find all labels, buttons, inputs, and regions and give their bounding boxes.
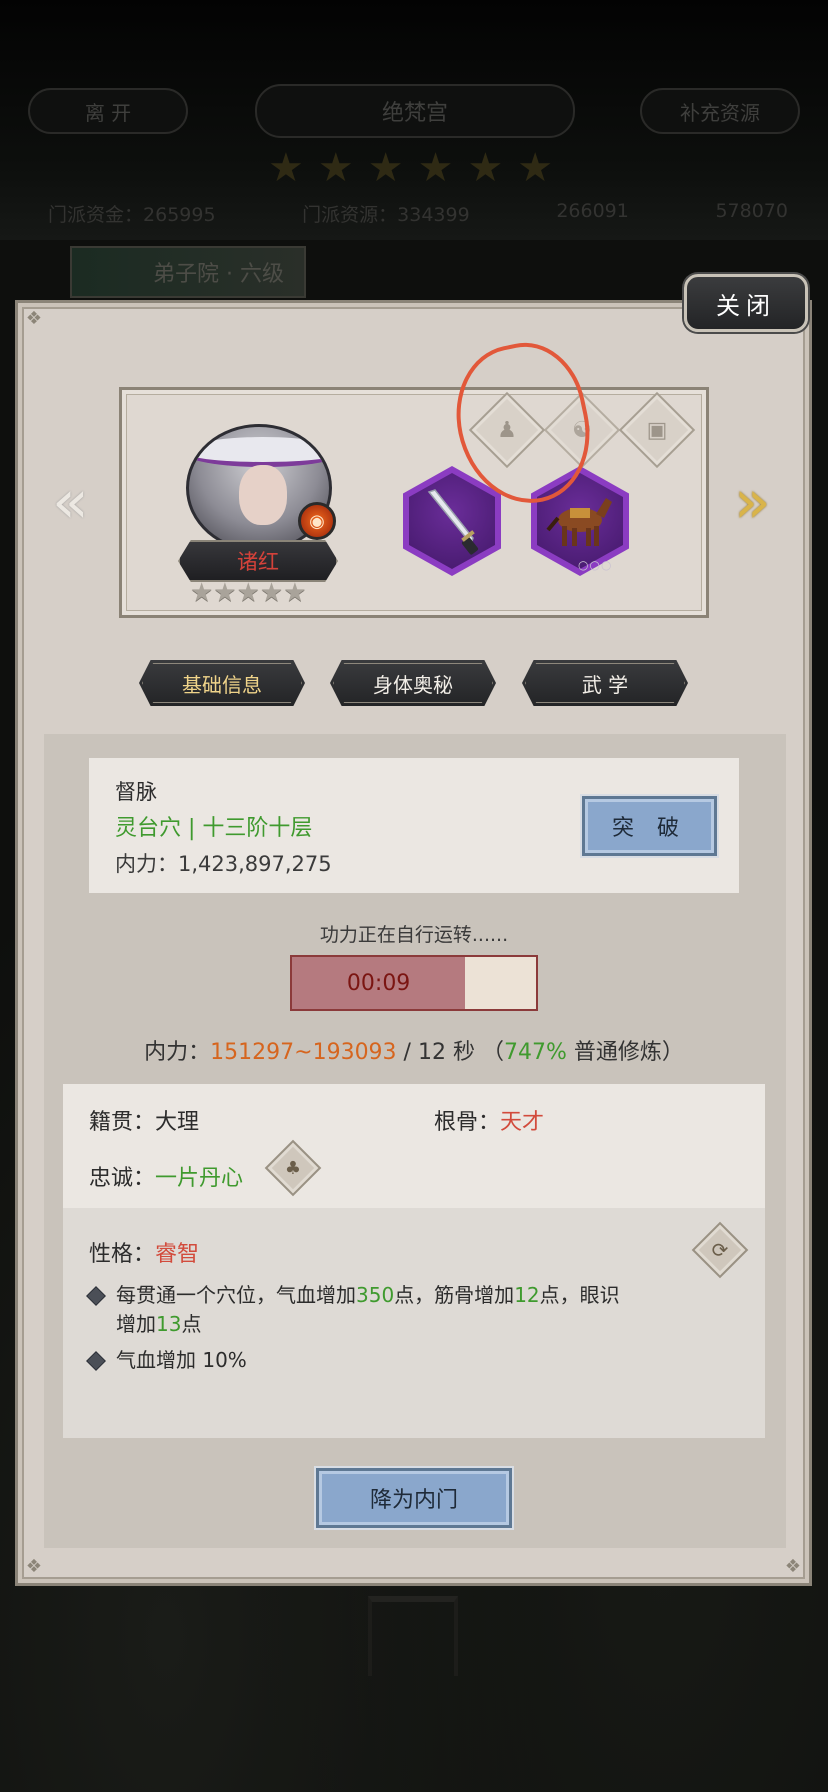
horse-icon xyxy=(546,498,612,546)
resupply-button: 补充资源 xyxy=(640,88,800,134)
mount-level-dots: ○○○ xyxy=(578,558,613,572)
cultivation-status: 功力正在自行运转...... xyxy=(319,924,509,946)
star-icon: ★ xyxy=(517,145,554,191)
demote-button[interactable]: 降为内门 xyxy=(316,1468,512,1528)
corner-ornament: ❖ xyxy=(25,1556,43,1577)
stat-resource: 门派资源：334399 xyxy=(302,204,470,226)
refresh-glyph: ⟳ xyxy=(711,1238,729,1262)
meridian-power: 内力：1,423,897,275 xyxy=(115,852,332,876)
character-stars: ★★★★★ xyxy=(190,580,307,606)
aptitude-label: 根骨： xyxy=(434,1110,501,1135)
star-icon: ★ xyxy=(317,145,354,191)
hall-tab: 弟子院 · 六级 xyxy=(70,246,306,298)
gift-bag-glyph: ♣ xyxy=(284,1157,302,1179)
power-label: 内力： xyxy=(144,1040,211,1065)
character-name: 诸红 xyxy=(178,540,338,582)
power-interval: / 12 秒 （ xyxy=(396,1040,504,1065)
cultivation-timer: 00:09 xyxy=(346,970,411,996)
origin-value: 大理 xyxy=(155,1110,200,1135)
loyalty-attr: 忠诚：一片丹心 xyxy=(89,1160,243,1192)
tab-body-secrets[interactable]: 身体奥秘 xyxy=(330,660,496,706)
prev-character-arrow-icon[interactable]: « xyxy=(52,470,92,534)
saber-icon xyxy=(427,489,479,555)
star-icon: ★ xyxy=(367,145,404,191)
star-icon: ★ xyxy=(417,145,454,191)
corner-ornament: ❖ xyxy=(25,308,43,329)
tab-basic-info[interactable]: 基础信息 xyxy=(139,660,305,706)
aptitude-value: 天才 xyxy=(500,1110,545,1135)
meridian-point: 灵台穴 | 十三阶十层 xyxy=(115,816,313,841)
book-icon: ▣ xyxy=(646,417,668,443)
aptitude-attr: 根骨：天才 xyxy=(434,1104,544,1136)
personality-value: 睿智 xyxy=(155,1242,200,1267)
power-percent: 747% xyxy=(503,1040,567,1065)
origin-label: 籍贯： xyxy=(89,1110,156,1135)
character-star-glyphs: ★★★★★ xyxy=(190,578,307,608)
power-gain-line: 内力：151297~193093 / 12 秒 （747% 普通修炼） xyxy=(0,1034,828,1066)
star-icon: ★ xyxy=(467,145,504,191)
sect-stars: ★ ★ ★ ★ ★ ★ xyxy=(268,148,553,188)
personality-attr: 性格：睿智 xyxy=(89,1236,199,1268)
breakthrough-button[interactable]: 突 破 xyxy=(582,796,717,856)
portrait-face xyxy=(239,465,287,525)
power-range: 151297~193093 xyxy=(210,1040,397,1065)
loyalty-label: 忠诚： xyxy=(89,1166,156,1191)
portrait-hat xyxy=(189,437,329,467)
tab-martial-arts[interactable]: 武 学 xyxy=(522,660,688,706)
gate-decoration xyxy=(368,1596,458,1676)
sect-title: 绝梵宫 xyxy=(255,84,575,138)
fire-element-icon: ◉ xyxy=(298,502,336,540)
loyalty-value: 一片丹心 xyxy=(155,1166,244,1191)
leave-button: 离 开 xyxy=(28,88,188,134)
stat-3: 266091 xyxy=(556,200,629,222)
sect-stats: 门派资金：265995 门派资源：334399 266091 578070 xyxy=(48,200,788,227)
cultivation-mode: 普通修炼） xyxy=(566,1040,684,1065)
corner-ornament: ❖ xyxy=(784,1556,802,1577)
weapon-slot-inner xyxy=(409,473,495,569)
stat-4: 578070 xyxy=(715,200,788,222)
star-icon: ★ xyxy=(268,145,304,191)
trait-effect-1: 每贯通一个穴位，气血增加350点，筋骨增加12点，眼识 增加13点 xyxy=(116,1283,620,1336)
trait-effect-2: 气血增加 10% xyxy=(116,1348,247,1372)
origin-attr: 籍贯：大理 xyxy=(89,1104,199,1136)
close-button[interactable]: 关闭 xyxy=(684,274,808,332)
personality-label: 性格： xyxy=(89,1242,156,1267)
cultivation-progress-bar: 00:09 xyxy=(290,955,538,1011)
stat-gold: 门派资金：265995 xyxy=(48,204,216,226)
next-character-arrow-icon[interactable]: » xyxy=(734,470,774,534)
meridian-title: 督脉 xyxy=(115,780,157,804)
